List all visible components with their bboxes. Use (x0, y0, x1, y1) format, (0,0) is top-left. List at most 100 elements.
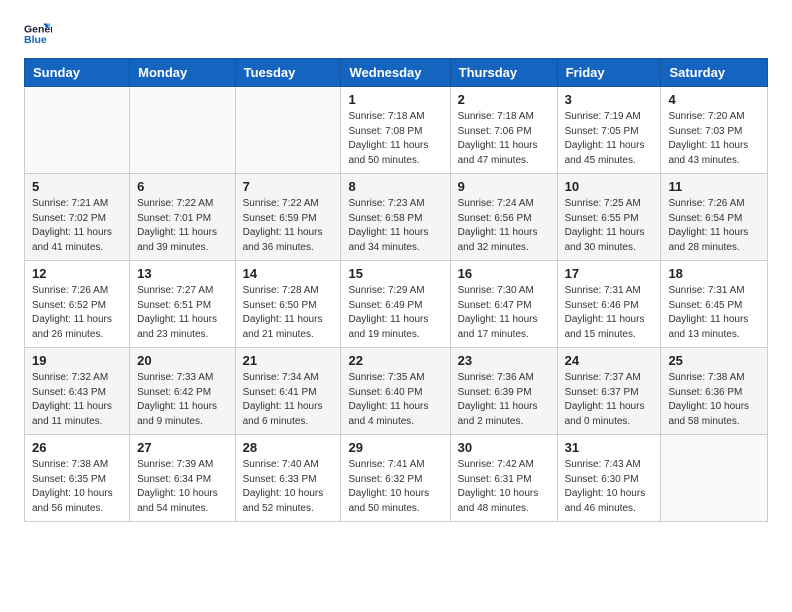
svg-text:Blue: Blue (24, 34, 47, 46)
day-number: 31 (565, 440, 654, 455)
calendar-cell: 18 Sunrise: 7:31 AM Sunset: 6:45 PM Dayli… (661, 261, 768, 348)
day-number: 10 (565, 179, 654, 194)
calendar-week-row: 26 Sunrise: 7:38 AM Sunset: 6:35 PM Dayli… (25, 435, 768, 522)
day-number: 20 (137, 353, 227, 368)
day-number: 15 (348, 266, 442, 281)
calendar-cell: 15 Sunrise: 7:29 AM Sunset: 6:49 PM Dayli… (341, 261, 450, 348)
calendar-cell (661, 435, 768, 522)
calendar-cell: 30 Sunrise: 7:42 AM Sunset: 6:31 PM Dayli… (450, 435, 557, 522)
day-number: 11 (668, 179, 760, 194)
day-info: Sunrise: 7:19 AM Sunset: 7:05 PM Dayligh… (565, 110, 654, 168)
calendar-header-monday: Monday (130, 59, 235, 87)
day-number: 12 (32, 266, 122, 281)
calendar-cell (130, 87, 235, 174)
calendar-cell: 29Sunrise: 7:41 AM Sunset: 6:32 PM Dayli… (341, 435, 450, 522)
page: General Blue SundayMondayTuesdayWednesda… (0, 0, 792, 542)
calendar-cell: 16 Sunrise: 7:30 AM Sunset: 6:47 PM Dayli… (450, 261, 557, 348)
day-number: 17 (565, 266, 654, 281)
day-info: Sunrise: 7:31 AM Sunset: 6:45 PM Dayligh… (668, 284, 760, 342)
calendar-cell: 2Sunrise: 7:18 AM Sunset: 7:06 PM Daylig… (450, 87, 557, 174)
day-number: 24 (565, 353, 654, 368)
calendar-cell: 23Sunrise: 7:36 AM Sunset: 6:39 PM Dayli… (450, 348, 557, 435)
calendar-cell: 1 Sunrise: 7:18 AM Sunset: 7:08 PM Daylig… (341, 87, 450, 174)
day-info: Sunrise: 7:29 AM Sunset: 6:49 PM Dayligh… (348, 284, 442, 342)
day-info: Sunrise: 7:32 AM Sunset: 6:43 PM Dayligh… (32, 371, 122, 429)
day-number: 7 (243, 179, 334, 194)
calendar-cell: 25Sunrise: 7:38 AM Sunset: 6:36 PM Dayli… (661, 348, 768, 435)
calendar-week-row: 5Sunrise: 7:21 AM Sunset: 7:02 PM Daylig… (25, 174, 768, 261)
calendar-cell: 24 Sunrise: 7:37 AM Sunset: 6:37 PM Dayli… (557, 348, 661, 435)
calendar-cell: 21Sunrise: 7:34 AM Sunset: 6:41 PM Dayli… (235, 348, 341, 435)
calendar-header-row: SundayMondayTuesdayWednesdayThursdayFrid… (25, 59, 768, 87)
calendar-week-row: 1 Sunrise: 7:18 AM Sunset: 7:08 PM Daylig… (25, 87, 768, 174)
day-info: Sunrise: 7:20 AM Sunset: 7:03 PM Dayligh… (668, 110, 760, 168)
day-number: 22 (348, 353, 442, 368)
calendar-header-saturday: Saturday (661, 59, 768, 87)
header: General Blue (24, 20, 768, 48)
day-info: Sunrise: 7:25 AM Sunset: 6:55 PM Dayligh… (565, 197, 654, 255)
logo: General Blue (24, 20, 56, 48)
day-info: Sunrise: 7:42 AM Sunset: 6:31 PM Dayligh… (458, 458, 550, 516)
day-info: Sunrise: 7:22 AM Sunset: 6:59 PM Dayligh… (243, 197, 334, 255)
day-number: 26 (32, 440, 122, 455)
calendar-cell (25, 87, 130, 174)
day-info: Sunrise: 7:43 AM Sunset: 6:30 PM Dayligh… (565, 458, 654, 516)
day-number: 3 (565, 92, 654, 107)
day-number: 9 (458, 179, 550, 194)
day-info: Sunrise: 7:18 AM Sunset: 7:06 PM Dayligh… (458, 110, 550, 168)
calendar-header-wednesday: Wednesday (341, 59, 450, 87)
day-number: 19 (32, 353, 122, 368)
day-info: Sunrise: 7:39 AM Sunset: 6:34 PM Dayligh… (137, 458, 227, 516)
day-info: Sunrise: 7:30 AM Sunset: 6:47 PM Dayligh… (458, 284, 550, 342)
calendar-cell: 4 Sunrise: 7:20 AM Sunset: 7:03 PM Daylig… (661, 87, 768, 174)
calendar-cell: 19 Sunrise: 7:32 AM Sunset: 6:43 PM Dayli… (25, 348, 130, 435)
calendar-cell: 22Sunrise: 7:35 AM Sunset: 6:40 PM Dayli… (341, 348, 450, 435)
day-info: Sunrise: 7:22 AM Sunset: 7:01 PM Dayligh… (137, 197, 227, 255)
day-number: 14 (243, 266, 334, 281)
day-number: 29 (348, 440, 442, 455)
calendar-cell (235, 87, 341, 174)
day-info: Sunrise: 7:40 AM Sunset: 6:33 PM Dayligh… (243, 458, 334, 516)
day-info: Sunrise: 7:37 AM Sunset: 6:37 PM Dayligh… (565, 371, 654, 429)
logo-icon: General Blue (24, 20, 52, 48)
day-number: 30 (458, 440, 550, 455)
calendar-cell: 26 Sunrise: 7:38 AM Sunset: 6:35 PM Dayli… (25, 435, 130, 522)
calendar-cell: 27Sunrise: 7:39 AM Sunset: 6:34 PM Dayli… (130, 435, 235, 522)
day-number: 28 (243, 440, 334, 455)
calendar-cell: 31 Sunrise: 7:43 AM Sunset: 6:30 PM Dayli… (557, 435, 661, 522)
calendar-cell: 20Sunrise: 7:33 AM Sunset: 6:42 PM Dayli… (130, 348, 235, 435)
calendar-cell: 5Sunrise: 7:21 AM Sunset: 7:02 PM Daylig… (25, 174, 130, 261)
day-info: Sunrise: 7:18 AM Sunset: 7:08 PM Dayligh… (348, 110, 442, 168)
calendar-cell: 8 Sunrise: 7:23 AM Sunset: 6:58 PM Daylig… (341, 174, 450, 261)
calendar-week-row: 12Sunrise: 7:26 AM Sunset: 6:52 PM Dayli… (25, 261, 768, 348)
calendar-cell: 10 Sunrise: 7:25 AM Sunset: 6:55 PM Dayli… (557, 174, 661, 261)
day-info: Sunrise: 7:24 AM Sunset: 6:56 PM Dayligh… (458, 197, 550, 255)
calendar-header-thursday: Thursday (450, 59, 557, 87)
day-number: 16 (458, 266, 550, 281)
calendar-cell: 11Sunrise: 7:26 AM Sunset: 6:54 PM Dayli… (661, 174, 768, 261)
calendar-cell: 14 Sunrise: 7:28 AM Sunset: 6:50 PM Dayli… (235, 261, 341, 348)
calendar-cell: 12Sunrise: 7:26 AM Sunset: 6:52 PM Dayli… (25, 261, 130, 348)
day-info: Sunrise: 7:27 AM Sunset: 6:51 PM Dayligh… (137, 284, 227, 342)
day-number: 23 (458, 353, 550, 368)
day-number: 18 (668, 266, 760, 281)
calendar-cell: 28 Sunrise: 7:40 AM Sunset: 6:33 PM Dayli… (235, 435, 341, 522)
day-number: 6 (137, 179, 227, 194)
day-info: Sunrise: 7:31 AM Sunset: 6:46 PM Dayligh… (565, 284, 654, 342)
day-number: 21 (243, 353, 334, 368)
day-number: 25 (668, 353, 760, 368)
calendar-cell: 17 Sunrise: 7:31 AM Sunset: 6:46 PM Dayli… (557, 261, 661, 348)
day-number: 8 (348, 179, 442, 194)
day-number: 13 (137, 266, 227, 281)
calendar-cell: 7 Sunrise: 7:22 AM Sunset: 6:59 PM Daylig… (235, 174, 341, 261)
calendar-cell: 13 Sunrise: 7:27 AM Sunset: 6:51 PM Dayli… (130, 261, 235, 348)
day-info: Sunrise: 7:38 AM Sunset: 6:35 PM Dayligh… (32, 458, 122, 516)
calendar-header-sunday: Sunday (25, 59, 130, 87)
calendar-cell: 6 Sunrise: 7:22 AM Sunset: 7:01 PM Daylig… (130, 174, 235, 261)
calendar-cell: 9 Sunrise: 7:24 AM Sunset: 6:56 PM Daylig… (450, 174, 557, 261)
day-info: Sunrise: 7:23 AM Sunset: 6:58 PM Dayligh… (348, 197, 442, 255)
calendar: SundayMondayTuesdayWednesdayThursdayFrid… (24, 58, 768, 522)
day-number: 1 (348, 92, 442, 107)
day-number: 4 (668, 92, 760, 107)
day-info: Sunrise: 7:28 AM Sunset: 6:50 PM Dayligh… (243, 284, 334, 342)
